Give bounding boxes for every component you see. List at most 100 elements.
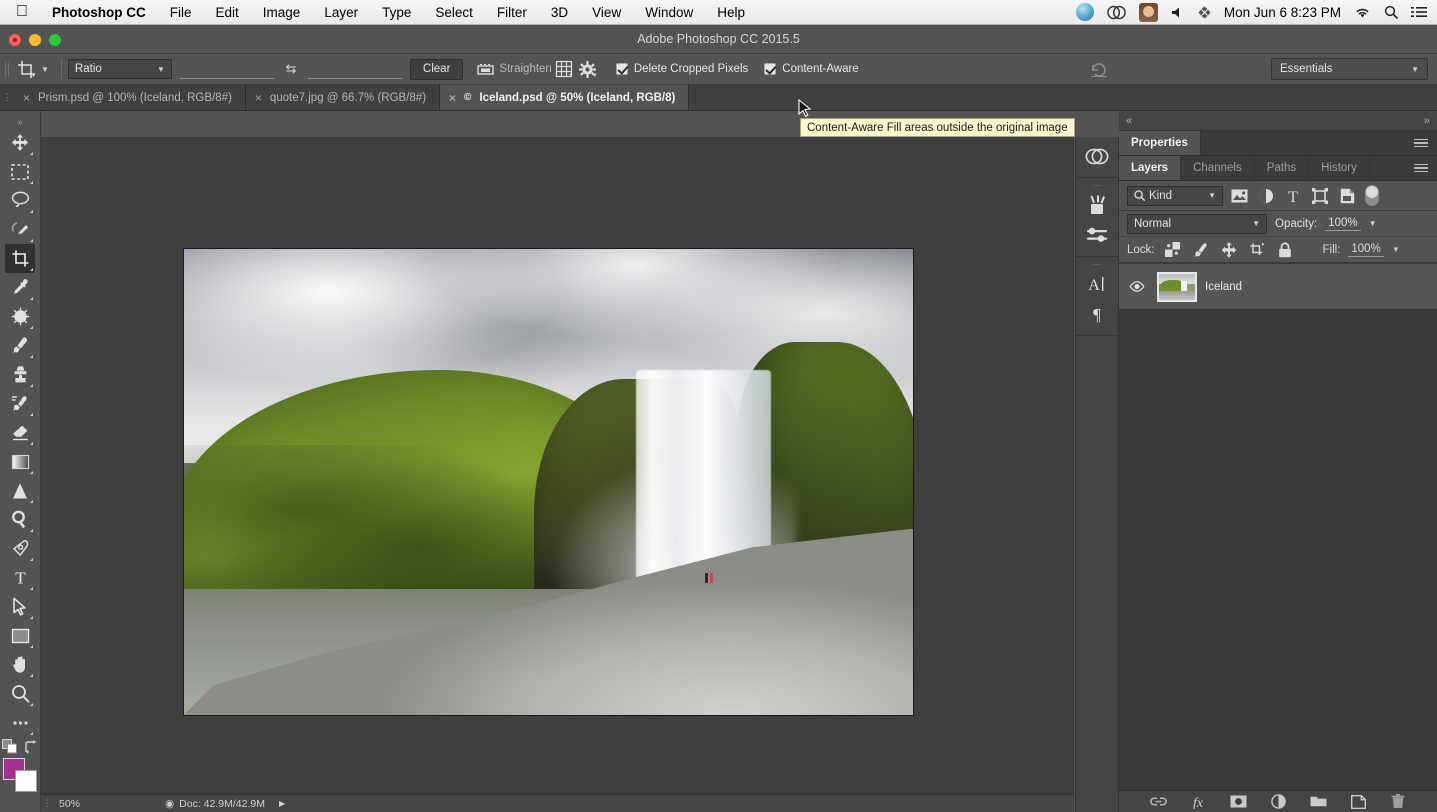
tab-channels[interactable]: Channels: [1181, 156, 1255, 180]
options-bar-gripper[interactable]: [0, 54, 13, 84]
filter-shape-layers-icon[interactable]: [1309, 185, 1331, 207]
dock-group-gripper[interactable]: ⋯: [1088, 261, 1106, 269]
content-aware-checkbox[interactable]: Content-Aware: [764, 63, 859, 75]
maximize-button[interactable]: [49, 34, 61, 46]
document-tab-quote7[interactable]: × quote7.jpg @ 66.7% (RGB/8#): [246, 85, 440, 110]
add-layer-mask-icon[interactable]: [1229, 793, 1247, 811]
status-zoom-level[interactable]: 50%: [53, 798, 109, 810]
menu-item-select[interactable]: Select: [423, 5, 485, 20]
delete-cropped-pixels-checkbox[interactable]: Delete Cropped Pixels: [616, 63, 748, 75]
tool-preset-picker[interactable]: ▼: [13, 58, 55, 80]
blur-tool[interactable]: [5, 476, 35, 505]
lock-artboard-nesting-icon[interactable]: [1247, 240, 1267, 260]
properties-panel-menu-icon[interactable]: [1405, 131, 1437, 155]
path-selection-tool[interactable]: [5, 592, 35, 621]
history-brush-tool[interactable]: [5, 389, 35, 418]
globe-icon[interactable]: [1076, 3, 1094, 21]
layer-row[interactable]: Iceland: [1119, 264, 1437, 310]
user-avatar-icon[interactable]: [1139, 3, 1158, 22]
filter-smart-objects-icon[interactable]: [1336, 185, 1358, 207]
layer-style-fx-icon[interactable]: fx: [1189, 793, 1207, 811]
canvas-area[interactable]: [41, 137, 1074, 812]
menu-item-window[interactable]: Window: [633, 5, 705, 20]
delete-layer-icon[interactable]: [1389, 793, 1407, 811]
creative-cloud-libraries-icon[interactable]: [1081, 141, 1113, 171]
crop-tool[interactable]: [5, 244, 35, 273]
eyedropper-tool[interactable]: [5, 273, 35, 302]
close-icon[interactable]: ×: [23, 91, 30, 105]
filter-type-layers-icon[interactable]: T: [1282, 185, 1304, 207]
creative-cloud-icon[interactable]: [1107, 3, 1126, 22]
tools-panel-gripper[interactable]: »: [10, 117, 30, 126]
straighten-button[interactable]: Straighten: [477, 62, 551, 76]
gradient-tool[interactable]: [5, 447, 35, 476]
fill-value[interactable]: 100%: [1348, 243, 1383, 257]
menu-item-file[interactable]: File: [158, 5, 204, 20]
default-colors-icon[interactable]: [2, 739, 18, 754]
lock-position-icon[interactable]: [1219, 240, 1239, 260]
tab-properties[interactable]: Properties: [1119, 131, 1201, 155]
move-tool[interactable]: [5, 128, 35, 157]
menu-item-help[interactable]: Help: [705, 5, 757, 20]
status-bar-menu-arrow[interactable]: ▶: [279, 799, 285, 808]
rectangle-tool[interactable]: [5, 621, 35, 650]
layer-name[interactable]: Iceland: [1205, 281, 1242, 293]
blend-mode-select[interactable]: Normal ▼: [1127, 214, 1267, 234]
opacity-value[interactable]: 100%: [1325, 217, 1360, 231]
link-layers-icon[interactable]: [1149, 793, 1167, 811]
character-panel-icon[interactable]: A: [1081, 269, 1113, 299]
brush-settings-icon[interactable]: [1081, 220, 1113, 250]
eraser-tool[interactable]: [5, 418, 35, 447]
expand-panels-right-icon[interactable]: »: [1424, 115, 1430, 127]
horizontal-type-tool[interactable]: T: [5, 563, 35, 592]
menu-item-type[interactable]: Type: [370, 5, 423, 20]
crop-overlay-options-icon[interactable]: ▼: [552, 58, 576, 80]
layer-visibility-toggle[interactable]: [1125, 281, 1149, 292]
crop-settings-gear-icon[interactable]: ▼: [576, 58, 600, 80]
dodge-tool[interactable]: [5, 505, 35, 534]
menu-item-view[interactable]: View: [580, 5, 633, 20]
menu-clock[interactable]: Mon Jun 6 8:23 PM: [1224, 5, 1341, 20]
edit-toolbar-tool[interactable]: [5, 708, 35, 737]
lock-all-icon[interactable]: [1275, 240, 1295, 260]
pen-tool[interactable]: [5, 534, 35, 563]
crop-width-input[interactable]: [180, 59, 274, 79]
crop-ratio-select[interactable]: Ratio ▼: [68, 59, 172, 79]
document-tab-prism[interactable]: × Prism.psd @ 100% (Iceland, RGB/8#): [14, 85, 246, 110]
workspace-switcher[interactable]: Essentials ▼: [1271, 58, 1428, 80]
document-tab-iceland[interactable]: × © Iceland.psd @ 50% (Iceland, RGB/8): [440, 85, 689, 110]
swap-colors-icon[interactable]: [24, 740, 39, 754]
minimize-button[interactable]: [29, 34, 41, 46]
tab-layers[interactable]: Layers: [1119, 156, 1181, 180]
dropbox-icon[interactable]: [1198, 6, 1211, 19]
filter-adjustment-layers-icon[interactable]: [1255, 185, 1277, 207]
menu-item-3d[interactable]: 3D: [539, 5, 580, 20]
quick-selection-tool[interactable]: [5, 215, 35, 244]
dock-group-gripper[interactable]: ⋯: [1088, 182, 1106, 190]
menu-item-layer[interactable]: Layer: [312, 5, 370, 20]
close-icon[interactable]: ×: [449, 91, 456, 105]
chevron-down-icon[interactable]: ▼: [1392, 245, 1400, 254]
layer-filter-kind-select[interactable]: Kind ▼: [1127, 186, 1223, 206]
volume-icon[interactable]: [1171, 6, 1185, 19]
clone-stamp-tool[interactable]: [5, 360, 35, 389]
brush-presets-icon[interactable]: [1081, 190, 1113, 220]
tab-paths[interactable]: Paths: [1255, 156, 1309, 180]
menu-item-image[interactable]: Image: [251, 5, 313, 20]
menu-item-filter[interactable]: Filter: [485, 5, 539, 20]
brush-tool[interactable]: [5, 331, 35, 360]
iceland-layer-thumbnail[interactable]: [1157, 272, 1197, 302]
swap-dimensions-icon[interactable]: ⇆: [282, 61, 300, 77]
menu-app-name[interactable]: Photoshop CC: [40, 5, 158, 20]
new-layer-icon[interactable]: [1349, 793, 1367, 811]
notification-center-icon[interactable]: [1411, 6, 1427, 18]
close-button[interactable]: [9, 34, 21, 46]
lasso-tool[interactable]: [5, 186, 35, 215]
spot-healing-brush-tool[interactable]: [5, 302, 35, 331]
tab-bar-gripper[interactable]: ⋮: [0, 85, 14, 110]
new-group-icon[interactable]: [1309, 793, 1327, 811]
filter-toggle-switch[interactable]: [1365, 185, 1379, 206]
background-color-swatch[interactable]: [15, 770, 37, 792]
crop-height-input[interactable]: [308, 59, 402, 79]
paragraph-panel-icon[interactable]: ¶: [1081, 299, 1113, 329]
